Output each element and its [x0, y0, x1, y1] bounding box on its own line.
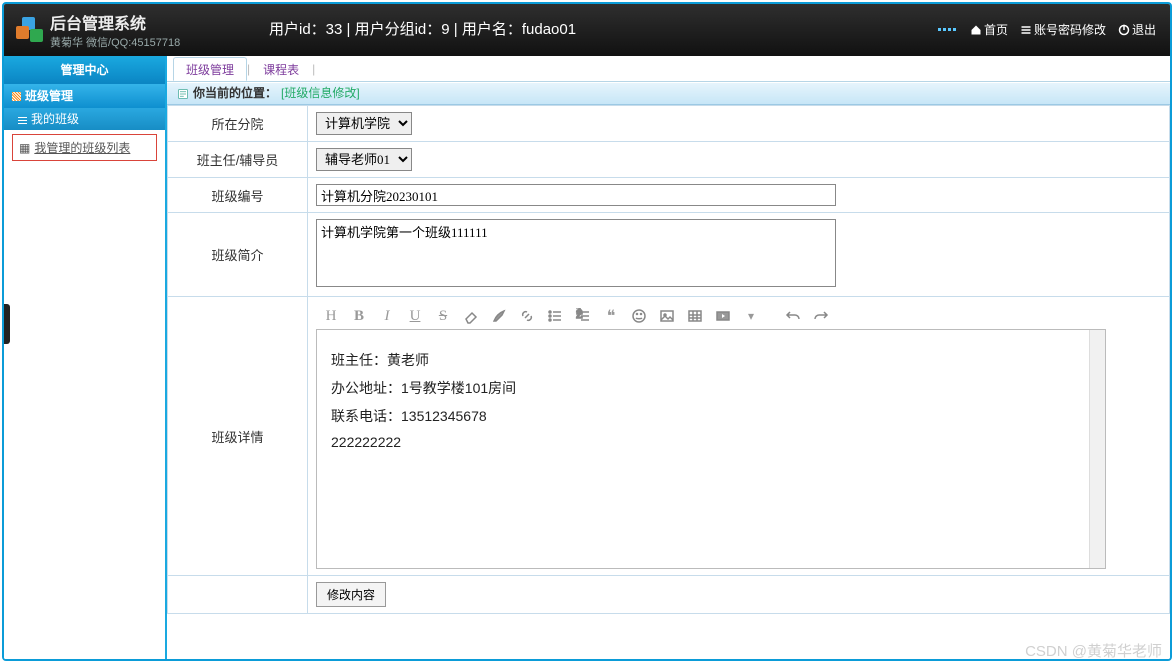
sidebar-group-classmgmt[interactable]: 班级管理: [4, 84, 165, 108]
bold-icon[interactable]: B: [346, 304, 372, 328]
textarea-intro[interactable]: 计算机学院第一个班级111111: [316, 219, 836, 287]
breadcrumb: 你当前的位置：[班级信息修改]: [167, 82, 1170, 105]
sidebar-link-myclasslist[interactable]: ▦我管理的班级列表: [12, 134, 157, 161]
tab-schedule[interactable]: 课程表: [250, 57, 312, 81]
power-icon: [1118, 24, 1130, 36]
label-classno: 班级编号: [168, 178, 308, 213]
editor-line: 班主任：黄老师: [331, 350, 1091, 370]
select-teacher[interactable]: 辅导老师01: [316, 148, 412, 171]
editor-line: 办公地址：1号教学楼101房间: [331, 378, 1091, 398]
logout-button[interactable]: 退出: [1114, 19, 1160, 40]
scrollbar[interactable]: [1089, 330, 1105, 568]
group-icon: [12, 92, 21, 101]
ol-icon[interactable]: 12: [570, 304, 596, 328]
link-icon[interactable]: [514, 304, 540, 328]
editor-line: 222222222: [331, 434, 1091, 450]
doc-icon: ▦: [19, 141, 30, 155]
brush-icon[interactable]: [486, 304, 512, 328]
emoji-icon[interactable]: [626, 304, 652, 328]
strike-icon[interactable]: S: [430, 304, 456, 328]
sidebar-title: 管理中心: [4, 56, 165, 84]
italic-icon[interactable]: I: [374, 304, 400, 328]
sub-icon: [18, 115, 27, 124]
editor-content[interactable]: 班主任：黄老师 办公地址：1号教学楼101房间 联系电话：13512345678…: [316, 329, 1106, 569]
label-intro: 班级简介: [168, 213, 308, 297]
home-icon: [970, 24, 982, 36]
page-icon: [177, 88, 189, 100]
table-icon[interactable]: [682, 304, 708, 328]
redo-icon[interactable]: [808, 304, 834, 328]
sidebar: 管理中心 班级管理 我的班级 ▦我管理的班级列表: [4, 56, 167, 659]
svg-text:2: 2: [576, 308, 583, 321]
image-icon[interactable]: [654, 304, 680, 328]
label-teacher: 班主任/辅导员: [168, 142, 308, 178]
home-button[interactable]: 首页: [966, 19, 1012, 40]
ul-icon[interactable]: [542, 304, 568, 328]
brand-title: 后台管理系统: [50, 10, 180, 34]
header-userinfo: 用户id：33 | 用户分组id：9 | 用户名：fudao01: [269, 18, 576, 39]
label-detail: 班级详情: [168, 297, 308, 576]
select-branch[interactable]: 计算机学院: [316, 112, 412, 135]
tab-classmgmt[interactable]: 班级管理: [173, 57, 247, 81]
quote-icon[interactable]: ❝: [598, 304, 624, 328]
dots-icon: [938, 28, 956, 31]
brand-sub: 黄菊华 微信/QQ:45157718: [50, 34, 180, 50]
input-classno[interactable]: [316, 184, 836, 206]
tabs: 班级管理 | 课程表 |: [167, 56, 1170, 82]
sidebar-sub-myclass[interactable]: 我的班级: [4, 108, 165, 130]
password-button[interactable]: 账号密码修改: [1016, 19, 1110, 40]
header: 后台管理系统 黄菊华 微信/QQ:45157718 用户id：33 | 用户分组…: [4, 4, 1170, 56]
label-branch: 所在分院: [168, 106, 308, 142]
underline-icon[interactable]: U: [402, 304, 428, 328]
editor-line: 联系电话：13512345678: [331, 406, 1091, 426]
more-icon[interactable]: ▾: [738, 304, 764, 328]
undo-icon[interactable]: [780, 304, 806, 328]
video-icon[interactable]: [710, 304, 736, 328]
heading-icon[interactable]: H: [318, 304, 344, 328]
submit-button[interactable]: 修改内容: [316, 582, 386, 607]
sidebar-handle[interactable]: [4, 304, 10, 344]
logo-icon: [16, 17, 42, 43]
editor-toolbar: H B I U S 12 ❝: [316, 303, 1106, 329]
list-icon: [1020, 24, 1032, 36]
eraser-icon[interactable]: [458, 304, 484, 328]
